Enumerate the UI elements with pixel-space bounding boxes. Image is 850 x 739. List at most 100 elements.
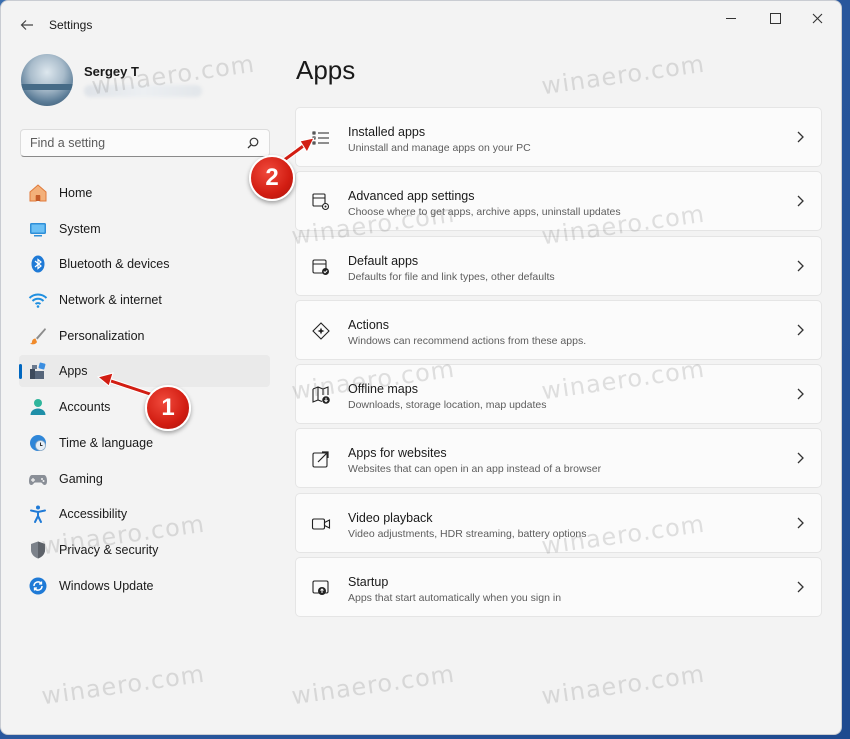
search-box[interactable] [20, 129, 270, 157]
app-settings-icon [312, 193, 330, 211]
search-input[interactable] [30, 136, 240, 150]
profile-email-redacted [84, 84, 202, 97]
wifi-icon [28, 290, 48, 310]
sidebar-item-label: Windows Update [59, 578, 154, 593]
callout-badge-2: 2 [249, 155, 295, 201]
actions-icon [312, 322, 330, 340]
watermark: winaero.com [539, 49, 707, 101]
account-icon [28, 397, 48, 417]
sidebar-item-network[interactable]: Network & internet [19, 284, 270, 316]
sidebar-item-label: Bluetooth & devices [59, 257, 170, 272]
card-description: Apps that start automatically when you s… [348, 592, 562, 605]
list-icon [312, 131, 329, 145]
minimize-button[interactable] [709, 7, 753, 29]
chevron-right-icon [797, 131, 804, 143]
card-description: Defaults for file and link types, other … [348, 270, 555, 283]
card-description: Windows can recommend actions from these… [348, 334, 587, 347]
page-title: Apps [296, 55, 356, 85]
card-installed-apps[interactable]: Installed apps Uninstall and manage apps… [295, 107, 822, 167]
sidebar-item-label: Accounts [59, 400, 111, 415]
card-description: Uninstall and manage apps on your PC [348, 142, 531, 154]
sidebar-item-system[interactable]: System [19, 213, 270, 245]
video-icon [311, 518, 331, 530]
profile-name: Sergey T [84, 63, 139, 79]
startup-icon [312, 580, 329, 596]
watermark: winaero.com [39, 659, 207, 711]
gamepad-icon [28, 469, 48, 489]
chevron-right-icon [797, 517, 804, 529]
card-video-playback[interactable]: Video playback Video adjustments, HDR st… [295, 492, 822, 553]
card-description: Downloads, storage location, map updates [348, 399, 547, 412]
avatar [21, 54, 73, 106]
update-icon [28, 576, 48, 596]
chevron-right-icon [797, 453, 804, 464]
sidebar-item-label: Network & internet [59, 293, 162, 308]
card-title: Advanced app settings [348, 189, 475, 204]
map-download-icon [312, 386, 330, 404]
card-title: Actions [348, 317, 389, 332]
maximize-button[interactable] [753, 7, 797, 29]
sidebar-item-personalization[interactable]: Personalization [19, 320, 270, 352]
shield-icon [28, 540, 48, 560]
title-bar: Settings [1, 1, 841, 47]
sidebar-item-privacy[interactable]: Privacy & security [19, 534, 270, 566]
user-profile[interactable]: Sergey T [21, 53, 202, 107]
card-description: Websites that can open in an app instead… [348, 463, 602, 476]
sidebar-item-bluetooth[interactable]: Bluetooth & devices [19, 248, 270, 280]
sidebar-nav: Home System Bluetooth & devices Network … [19, 177, 270, 605]
sidebar-item-accessibility[interactable]: Accessibility [19, 498, 270, 530]
card-description: Choose where to get apps, archive apps, … [348, 206, 621, 219]
watermark: winaero.com [289, 659, 457, 711]
back-arrow-icon [20, 20, 33, 30]
sidebar-item-time-language[interactable]: Time & language [19, 427, 270, 459]
home-icon [28, 183, 48, 203]
sidebar-item-label: Gaming [59, 471, 103, 486]
sidebar-item-label: Apps [59, 364, 88, 379]
card-startup[interactable]: Startup Apps that start automatically wh… [295, 557, 822, 618]
card-advanced-app-settings[interactable]: Advanced app settings Choose where to ge… [295, 171, 822, 232]
sidebar-item-label: Time & language [59, 435, 154, 450]
window-title: Settings [49, 18, 93, 32]
sidebar-item-apps[interactable]: Apps [19, 355, 270, 388]
sidebar-item-label: Personalization [59, 328, 145, 343]
card-title: Startup [348, 575, 389, 590]
sidebar-item-home[interactable]: Home [19, 177, 270, 209]
accessibility-icon [28, 504, 48, 524]
settings-window: Settings Sergey T Home [0, 0, 842, 735]
apps-icon [28, 361, 48, 381]
sidebar-item-windows-update[interactable]: Windows Update [19, 570, 270, 602]
chevron-right-icon [797, 581, 804, 593]
card-actions[interactable]: Actions Windows can recommend actions fr… [295, 299, 822, 360]
card-offline-maps[interactable]: Offline maps Downloads, storage location… [295, 364, 822, 425]
search-icon[interactable] [247, 137, 259, 149]
sidebar-item-label: Home [59, 186, 93, 200]
default-apps-icon [312, 259, 329, 275]
back-button[interactable] [15, 13, 39, 37]
bluetooth-icon [28, 254, 48, 274]
card-title: Video playback [348, 510, 433, 525]
system-icon [28, 219, 48, 239]
sidebar-item-label: System [59, 221, 101, 236]
card-title: Apps for websites [348, 446, 447, 461]
settings-cards: Installed apps Uninstall and manage apps… [295, 107, 822, 621]
chevron-right-icon [797, 260, 804, 272]
callout-badge-1: 1 [145, 385, 191, 431]
chevron-right-icon [797, 195, 804, 207]
card-title: Installed apps [348, 125, 426, 139]
card-apps-for-websites[interactable]: Apps for websites Websites that can open… [295, 428, 822, 489]
card-description: Video adjustments, HDR streaming, batter… [348, 527, 587, 540]
watermark: winaero.com [539, 659, 707, 711]
close-icon [812, 13, 822, 23]
card-title: Offline maps [348, 382, 418, 397]
sidebar-item-label: Privacy & security [59, 542, 159, 557]
chevron-right-icon [797, 388, 804, 400]
brush-icon [28, 326, 48, 346]
open-external-icon [312, 451, 329, 469]
chevron-right-icon [797, 324, 804, 336]
sidebar-item-label: Accessibility [59, 507, 128, 522]
card-title: Default apps [348, 253, 419, 268]
clock-globe-icon [28, 433, 48, 453]
close-button[interactable] [795, 7, 839, 29]
sidebar-item-gaming[interactable]: Gaming [19, 463, 270, 495]
card-default-apps[interactable]: Default apps Defaults for file and link … [295, 235, 822, 296]
